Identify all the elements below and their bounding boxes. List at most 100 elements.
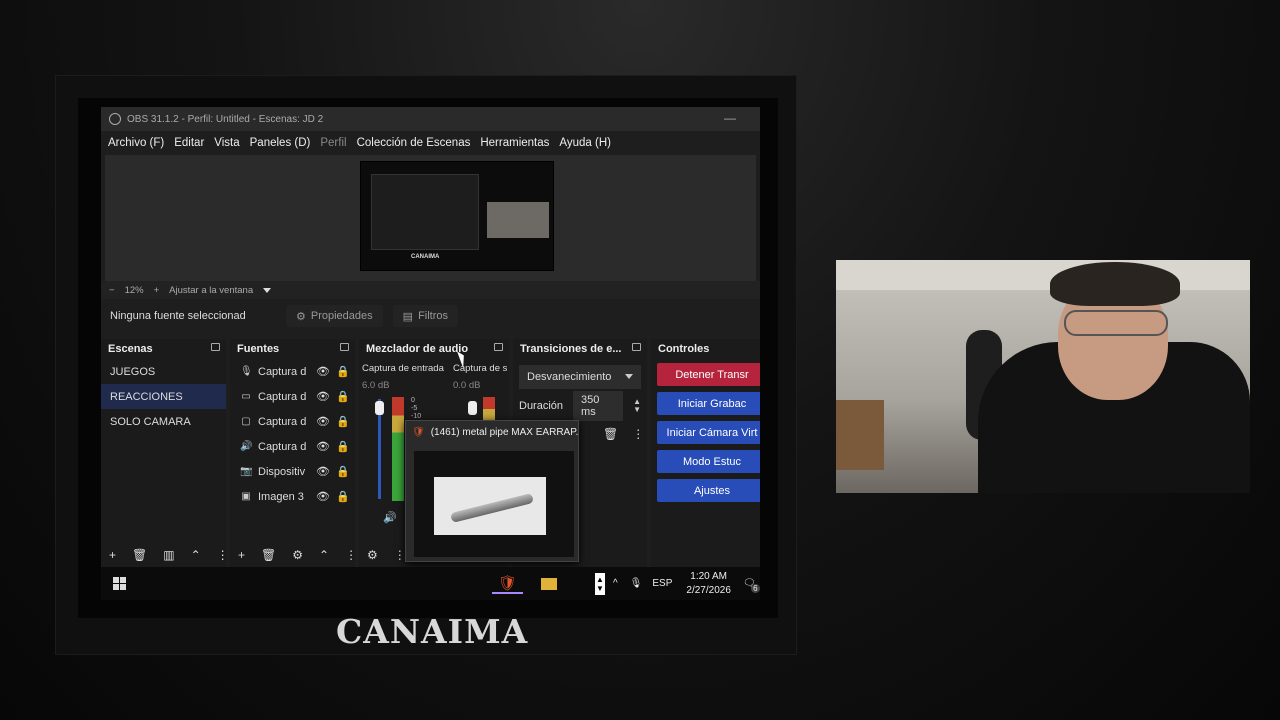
zoom-in-button[interactable]: + [154,285,160,296]
webcam-feed [836,260,1250,493]
dock-undock-icon[interactable] [632,343,641,351]
scroll-arrows-icon[interactable]: ▲ ▼ [595,572,605,595]
clock-time: 1:20 AM [690,570,727,582]
source-item[interactable]: ▭ Captura d 👁 🔒 [230,384,355,409]
chevron-up-icon[interactable]: ^ [613,578,618,589]
gear-icon: ⚙ [296,310,306,323]
source-name: Captura d [258,415,307,428]
spinner-icon[interactable]: ▲ ▼ [633,398,641,414]
eye-icon[interactable]: 👁 [316,465,330,478]
menu-paneles[interactable]: Paneles (D) [250,137,311,149]
menu-ayuda[interactable]: Ayuda (H) [559,137,611,149]
scenes-header: Escenas [101,339,226,359]
scene-item-selected[interactable]: REACCIONES [101,384,226,409]
source-item[interactable]: ▣ Imagen 3 👁 🔒 [230,484,355,509]
duration-input[interactable]: 350 ms [573,391,624,421]
minimize-button[interactable]: — [724,111,736,125]
language-indicator[interactable]: ESP [652,578,672,589]
chevron-down-icon[interactable] [263,287,272,293]
menu-archivo[interactable]: Archivo (F) [108,137,164,149]
eye-icon[interactable]: 👁 [316,440,330,453]
eye-icon[interactable]: 👁 [316,390,330,403]
dock-undock-icon[interactable] [211,343,220,351]
clock[interactable]: 1:20 AM 2/27/2026 [686,570,731,598]
chevron-up-icon[interactable]: ⌃ [191,548,201,562]
trash-icon[interactable]: 🗑 [132,548,147,562]
no-source-label: Ninguna fuente seleccionad [110,310,246,322]
filter-icon[interactable]: ▥ [163,548,174,562]
scene-item[interactable]: SOLO CAMARA [101,409,226,434]
lock-icon[interactable]: 🔒 [336,390,350,403]
file-explorer-icon[interactable] [541,577,558,590]
more-icon[interactable]: ⋮ [394,548,406,562]
speaker-icon[interactable]: 🔊 [383,511,397,524]
add-icon[interactable]: + [238,548,245,562]
microphone-icon[interactable]: 🎙 [630,578,643,589]
filters-button[interactable]: ▤ Filtros [392,305,459,327]
fit-to-window-label[interactable]: Ajustar a la ventana [169,285,253,296]
source-item[interactable]: 🎙 Captura d 👁 🔒 [230,359,355,384]
dock-undock-icon[interactable] [494,343,503,351]
eye-icon[interactable]: 👁 [316,490,330,503]
source-item[interactable]: 🔊 Captura d 👁 🔒 [230,434,355,459]
more-icon[interactable]: ⋮ [345,548,357,562]
duration-row: Duración 350 ms ▲ ▼ [519,391,641,421]
transition-tools: 🗑 ⋮ [603,427,644,441]
transition-select[interactable]: Desvanecimiento [519,365,641,389]
stop-stream-button[interactable]: Detener Transr [657,363,760,386]
taskbar-preview-popup[interactable]: 🛡 (1461) metal pipe MAX EARRAP... [405,420,579,562]
lock-icon[interactable]: 🔒 [336,415,350,428]
menu-editar[interactable]: Editar [174,137,204,149]
properties-button[interactable]: ⚙ Propiedades [286,305,383,327]
source-item[interactable]: 📷 Dispositiv 👁 🔒 [230,459,355,484]
source-item[interactable]: ▢ Captura d 👁 🔒 [230,409,355,434]
studio-mode-button[interactable]: Modo Estuc [657,450,760,473]
windows-start-icon[interactable] [113,577,126,590]
trash-icon[interactable]: 🗑 [603,427,618,441]
scenes-title: Escenas [108,343,153,355]
add-icon[interactable]: + [109,548,116,562]
start-virtual-camera-button[interactable]: Iniciar Cámara Virt [657,421,760,444]
menu-herramientas[interactable]: Herramientas [480,137,549,149]
sources-footer: + 🗑 ⚙ ⌃ ⋮ [230,543,357,567]
more-icon[interactable]: ⋮ [217,548,229,562]
more-icon[interactable]: ⋮ [632,427,644,441]
person-hair [1050,262,1180,306]
fader-handle[interactable] [375,401,384,415]
menu-vista[interactable]: Vista [214,137,239,149]
popup-thumbnail[interactable] [414,451,574,557]
zoom-bar: − 12% + Ajustar a la ventana [101,281,760,299]
scene-item[interactable]: JUEGOS [101,359,226,384]
menu-perfil[interactable]: Perfil [320,137,346,149]
fader-handle[interactable] [468,401,477,415]
preview-area[interactable]: CANAIMA [105,155,756,281]
start-recording-button[interactable]: Iniciar Grabac [657,392,760,415]
transitions-title: Transiciones de e... [520,343,622,355]
eye-icon[interactable]: 👁 [316,415,330,428]
zoom-out-button[interactable]: − [109,285,115,296]
gear-icon[interactable]: ⚙ [292,548,303,562]
trash-icon[interactable]: 🗑 [261,548,276,562]
source-name: Captura d [258,390,307,403]
sources-header: Fuentes [230,339,355,359]
preview-canvas[interactable]: CANAIMA [360,161,554,271]
eye-icon[interactable]: 👁 [316,365,330,378]
lock-icon[interactable]: 🔒 [336,490,350,503]
lock-icon[interactable]: 🔒 [336,440,350,453]
controls-dock: Controles Detener Transr Iniciar Grabac … [651,339,760,567]
meter-tick: -10 [411,413,422,420]
obs-logo-icon [109,113,121,125]
channel-name: Captura de entrada [362,363,444,374]
notification-icon[interactable]: 🗨 6 [743,578,760,593]
lock-icon[interactable]: 🔒 [336,465,350,478]
gear-icon[interactable]: ⚙ [367,548,378,562]
lock-icon[interactable]: 🔒 [336,365,350,378]
chevron-up-icon[interactable]: ⌃ [319,548,329,562]
brave-browser-icon[interactable]: 🛡 [492,574,524,594]
transitions-header: Transiciones de e... [513,339,647,359]
settings-button[interactable]: Ajustes [657,479,760,502]
preview-screen-thumbnail [371,174,479,250]
menu-coleccion-escenas[interactable]: Colección de Escenas [357,137,471,149]
dock-undock-icon[interactable] [340,343,349,351]
camera-icon: 📷 [240,466,253,477]
